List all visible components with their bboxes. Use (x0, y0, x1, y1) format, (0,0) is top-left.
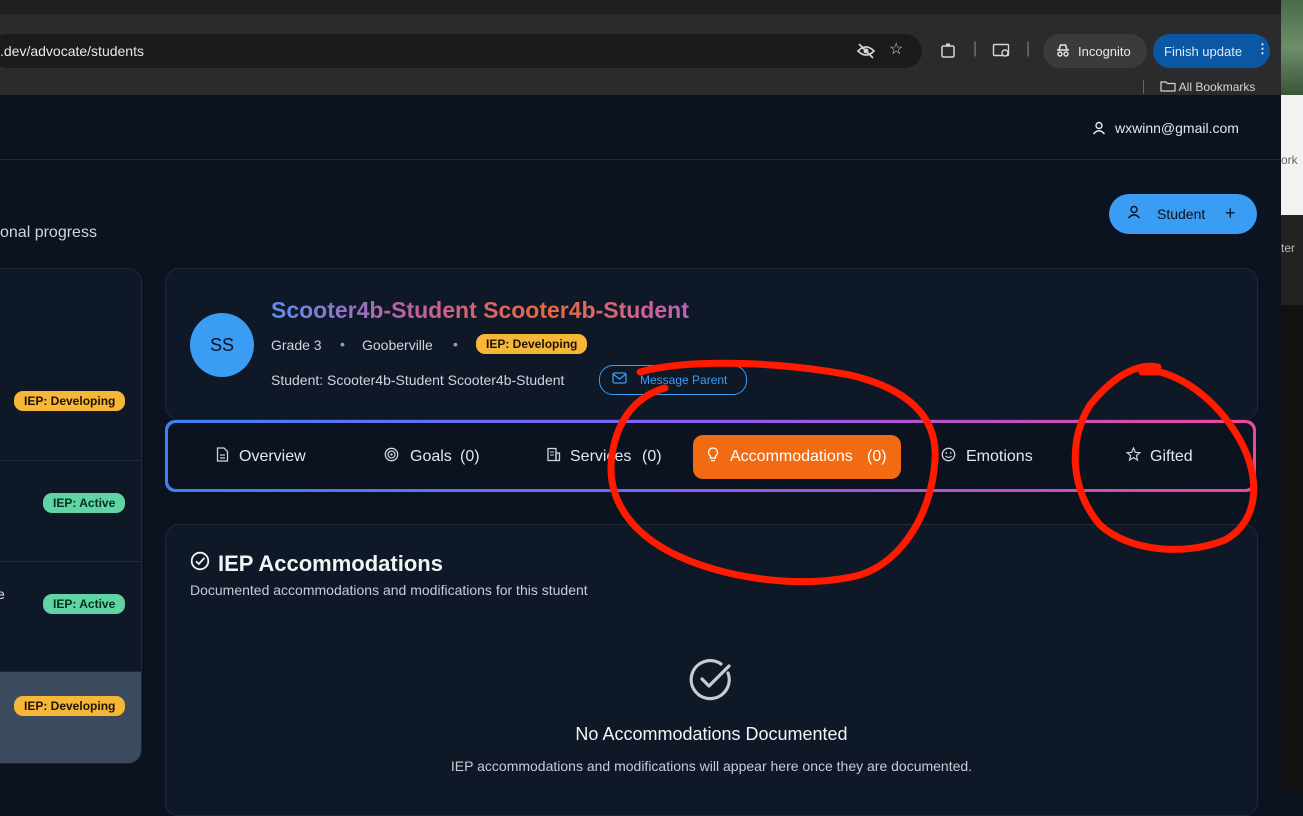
adjacent-window-text: ter (1281, 241, 1296, 255)
page-subtitle: onal progress (0, 224, 97, 241)
tab-overview[interactable]: Overview (208, 435, 318, 479)
tab-label: Accommodations (730, 448, 853, 465)
eye-slash-icon[interactable] (856, 42, 876, 65)
list-item[interactable]: IEP: Developing (0, 359, 141, 459)
mail-icon (612, 372, 627, 387)
toolbar-divider: | (1026, 40, 1031, 57)
bookmarks-divider (1143, 80, 1144, 94)
list-item[interactable]: e IEP: Active (0, 561, 141, 662)
folder-icon (1160, 81, 1176, 92)
tab-bar: Overview Goals (0) Services (0) Accommod… (165, 420, 1256, 492)
lightbulb-icon (707, 447, 719, 466)
tab-label: Services (570, 448, 632, 465)
smile-icon (941, 447, 956, 466)
app-header: wxwinn@gmail.com (0, 95, 1281, 160)
status-badge: IEP: Active (43, 493, 126, 513)
add-student-button[interactable]: Student + (1109, 194, 1257, 234)
tab-emotions[interactable]: Emotions (933, 435, 1043, 479)
panel-subtitle: Documented accommodations and modificati… (190, 582, 588, 598)
avatar: SS (190, 313, 254, 377)
student-list: IEP: Developing IEP: Active e IEP: Activ… (0, 268, 142, 764)
tab-accommodations[interactable]: Accommodations (0) (693, 435, 901, 479)
tab-count: (0) (867, 448, 887, 465)
toolbar-divider: | (973, 40, 978, 57)
all-bookmarks-label: All Bookmarks (1178, 80, 1256, 94)
empty-state-title: No Accommodations Documented (575, 724, 848, 744)
status-badge: IEP: Active (43, 594, 126, 614)
all-bookmarks-button[interactable]: All Bookmarks (1160, 80, 1255, 94)
check-circle-icon (688, 657, 734, 708)
adjacent-window-image (1281, 0, 1303, 95)
message-parent-button[interactable]: Message Parent (599, 365, 747, 395)
status-badge: IEP: Developing (14, 696, 126, 716)
adjacent-window-panel: ter (1281, 215, 1303, 305)
document-icon (216, 447, 229, 466)
star-bookmark-icon[interactable]: ☆ (889, 41, 903, 59)
url-text[interactable]: .dev/advocate/students (0, 43, 144, 59)
tab-bar-inner: Overview Goals (0) Services (0) Accommod… (168, 423, 1253, 489)
add-student-label: Student (1157, 206, 1206, 222)
tab-label: Overview (239, 448, 306, 465)
window-titlebar (0, 0, 1281, 14)
student-line: Student: Scooter4b-Student Scooter4b-Stu… (271, 372, 565, 388)
panel-title: IEP Accommodations (218, 551, 443, 576)
tab-services[interactable]: Services (0) (538, 435, 668, 479)
empty-state-text: IEP accommodations and modifications wil… (450, 758, 973, 774)
student-name: e (0, 586, 5, 602)
extensions-icon[interactable] (939, 42, 957, 65)
accommodations-panel: IEP Accommodations Documented accommodat… (165, 524, 1258, 816)
plus-icon: + (1225, 203, 1236, 223)
star-icon (1125, 446, 1142, 466)
student-grade: Grade 3 (271, 337, 322, 353)
adjacent-window: ork ter (1281, 0, 1303, 793)
student-profile-card: SS Scooter4b-Student Scooter4b-Student G… (165, 268, 1258, 420)
student-school: Gooberville (362, 337, 433, 353)
status-badge: IEP: Developing (14, 391, 126, 411)
list-item[interactable]: IEP: Developing (0, 671, 141, 763)
separator-dot: • (340, 336, 345, 352)
user-icon (1127, 205, 1141, 222)
adjacent-window-panel: ork (1281, 95, 1303, 215)
building-icon (546, 447, 561, 466)
more-vert-icon[interactable]: ⋮ (1256, 41, 1269, 57)
tab-label: Gifted (1150, 448, 1193, 465)
tab-search-icon[interactable] (992, 42, 1012, 65)
tab-gifted[interactable]: Gifted (1118, 435, 1208, 479)
tab-count: (0) (642, 448, 662, 465)
address-bar[interactable]: .dev/advocate/students (0, 34, 922, 68)
list-item[interactable]: IEP: Active (0, 460, 141, 561)
tab-count: (0) (460, 448, 480, 465)
user-icon (1092, 121, 1106, 140)
check-circle-icon (190, 551, 210, 576)
tab-label: Goals (410, 448, 452, 465)
student-name: Scooter4b-Student Scooter4b-Student (271, 297, 689, 323)
user-email[interactable]: wxwinn@gmail.com (1115, 120, 1239, 136)
tab-goals[interactable]: Goals (0) (376, 435, 491, 479)
incognito-indicator[interactable]: Incognito (1043, 34, 1147, 68)
incognito-icon (1055, 42, 1071, 62)
browser-toolbar: .dev/advocate/students ☆ | | Incognito F… (0, 14, 1281, 95)
iep-status-badge: IEP: Developing (476, 334, 588, 354)
incognito-label: Incognito (1078, 44, 1131, 59)
finish-update-label: Finish update (1164, 44, 1243, 59)
message-parent-label: Message Parent (640, 373, 728, 387)
separator-dot: • (453, 336, 458, 352)
target-icon (384, 447, 399, 466)
tab-label: Emotions (966, 448, 1033, 465)
finish-update-button[interactable]: Finish update ⋮ (1153, 34, 1270, 68)
adjacent-window-text: ork (1281, 153, 1298, 167)
